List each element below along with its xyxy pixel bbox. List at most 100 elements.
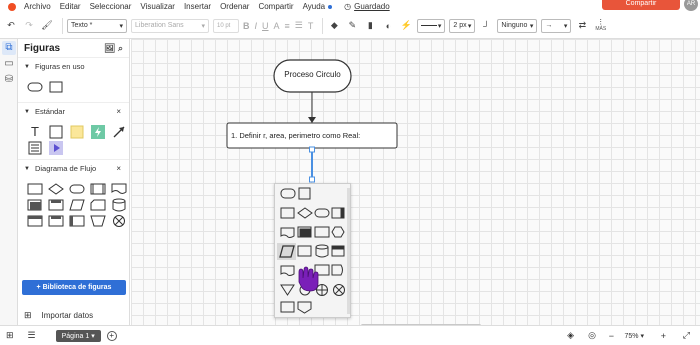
action-shape[interactable] (89, 124, 107, 139)
popup-rounded-rect-icon[interactable] (280, 188, 296, 199)
zoom-level[interactable]: 75% ▾ (625, 332, 644, 340)
list-shape[interactable] (26, 140, 44, 155)
text-shape[interactable]: T (26, 124, 44, 139)
predefined-process-shape[interactable] (89, 181, 107, 196)
add-page-icon[interactable]: + (106, 330, 117, 341)
menu-insertar[interactable]: Insertar (184, 2, 211, 11)
close-icon[interactable]: × (116, 164, 121, 173)
font-color-icon[interactable]: A (274, 21, 280, 31)
bold-icon[interactable]: B (243, 21, 250, 31)
font-size-select[interactable]: 10 pt (213, 18, 239, 33)
redo-icon[interactable]: ↷ (22, 19, 36, 33)
shadow-icon[interactable]: ▮ (363, 19, 377, 33)
line-style-select[interactable]: ▾ (417, 18, 446, 33)
opacity-icon[interactable]: ◐ (381, 19, 395, 33)
page-list-icon[interactable]: ☰ (28, 330, 36, 341)
terminator-shape[interactable] (68, 181, 86, 196)
page-icon[interactable]: ▭ (2, 57, 16, 71)
zoom-in-icon[interactable]: + (661, 331, 666, 341)
fill-color-icon[interactable]: ◆ (327, 19, 341, 33)
arrow-shape[interactable] (110, 124, 128, 139)
menu-ordenar[interactable]: Ordenar (220, 2, 249, 11)
popup-scrollbar[interactable] (347, 188, 350, 314)
line-shape-icon[interactable]: ┘ (479, 19, 493, 33)
menu-editar[interactable]: Editar (60, 2, 81, 11)
shape-library-button[interactable]: + Biblioteca de figuras (22, 280, 126, 295)
popup-off-page-icon[interactable] (280, 301, 295, 313)
history-icon[interactable]: ◷ (344, 2, 351, 11)
undo-icon[interactable]: ↶ (4, 19, 18, 33)
italic-icon[interactable]: I (255, 21, 258, 31)
search-icon[interactable]: ⌕ (118, 43, 123, 53)
display-shape[interactable] (47, 213, 65, 228)
list-icon[interactable]: ☰ (295, 20, 303, 31)
saved-status[interactable]: Guardado (354, 2, 390, 11)
align-icon[interactable]: ≡ (285, 21, 290, 31)
line-width-select[interactable]: 2 px ▾ (449, 18, 476, 33)
text-options-icon[interactable]: T (308, 21, 314, 31)
internal-storage-shape[interactable] (26, 213, 44, 228)
section-in-use[interactable]: ▼ Figuras en uso (18, 57, 129, 75)
more-button[interactable]: ⋮ MÁS (595, 19, 606, 32)
grid-view-icon[interactable]: ⊞ (6, 330, 14, 341)
popup-card-icon[interactable] (314, 226, 330, 238)
popup-delay-icon[interactable] (331, 264, 343, 276)
fullscreen-icon[interactable]: ⤢ (683, 330, 690, 341)
import-data-row[interactable]: ⊞ Importar datos (24, 310, 93, 321)
popup-decision-icon[interactable] (297, 207, 313, 219)
zoom-out-icon[interactable]: − (609, 331, 614, 341)
text-style-select[interactable]: Texto * ▾ (67, 18, 127, 33)
or-shape[interactable] (110, 213, 128, 228)
decision-shape[interactable] (47, 181, 65, 196)
data-icon[interactable]: ⛁ (2, 73, 16, 87)
layers-icon[interactable]: ◈ (567, 330, 574, 341)
section-flowchart[interactable]: ▼ Diagrama de Flujo × (18, 159, 129, 177)
popup-stored-data-icon[interactable] (297, 245, 312, 257)
popup-rectangle-icon[interactable] (298, 187, 311, 200)
rounded-rect-shape[interactable] (26, 79, 44, 94)
line-end-select[interactable]: → ▾ (541, 18, 572, 33)
section-standard[interactable]: ▼ Estándar × (18, 102, 129, 120)
image-icon[interactable]: 🖼 (104, 43, 115, 53)
line-start-select[interactable]: Ninguno ▾ (497, 18, 538, 33)
font-family-select[interactable]: Liberation Sans ▾ (131, 18, 209, 33)
menu-compartir[interactable]: Compartir (258, 2, 293, 11)
menu-ayuda[interactable]: Ayuda (303, 2, 326, 11)
database-shape[interactable] (110, 197, 128, 212)
note-shape[interactable] (68, 124, 86, 139)
page-tab[interactable]: Página 1 ▾ (55, 329, 101, 342)
trapezoid-shape[interactable] (89, 213, 107, 228)
popup-document-icon[interactable] (280, 227, 295, 238)
connector-handle-end[interactable] (309, 176, 315, 183)
card-shape[interactable] (89, 197, 107, 212)
data-shape[interactable] (68, 197, 86, 212)
underline-icon[interactable]: U (262, 21, 269, 31)
avatar[interactable]: AR (684, 0, 698, 11)
popup-off-page-ref-icon[interactable] (297, 301, 312, 314)
share-button[interactable]: Compartir (602, 0, 680, 10)
shapes-icon[interactable]: ⧉ (2, 41, 16, 55)
stored-data-shape[interactable] (47, 197, 65, 212)
block-shape[interactable] (47, 124, 65, 139)
navigate-icon[interactable]: ◎ (588, 330, 596, 341)
process-shape[interactable] (26, 181, 44, 196)
popup-hexagon-icon[interactable] (331, 226, 345, 238)
popup-terminator-icon[interactable] (314, 208, 330, 218)
manual-input-shape[interactable] (68, 213, 86, 228)
menu-seleccionar[interactable]: Seleccionar (90, 2, 132, 11)
video-shape[interactable] (47, 140, 65, 155)
line-color-icon[interactable]: ✎ (345, 19, 359, 33)
menu-visualizar[interactable]: Visualizar (140, 2, 175, 11)
swap-icon[interactable]: ⇄ (575, 19, 589, 33)
popup-database-icon[interactable] (315, 244, 329, 250)
document-shape[interactable] (110, 181, 128, 196)
menu-archivo[interactable]: Archivo (24, 2, 51, 11)
multi-document-shape[interactable] (26, 197, 44, 212)
diagram-canvas[interactable]: Proceso Circulo 1. Definir r, area, peri… (131, 39, 700, 325)
close-icon[interactable]: × (116, 107, 121, 116)
rectangle-shape[interactable] (47, 79, 65, 94)
magic-wand-icon[interactable]: ⚡ (399, 19, 413, 33)
format-painter-icon[interactable]: 🖌 (40, 19, 54, 33)
popup-process-icon[interactable] (280, 207, 295, 219)
connector-handle-start[interactable] (309, 146, 315, 153)
